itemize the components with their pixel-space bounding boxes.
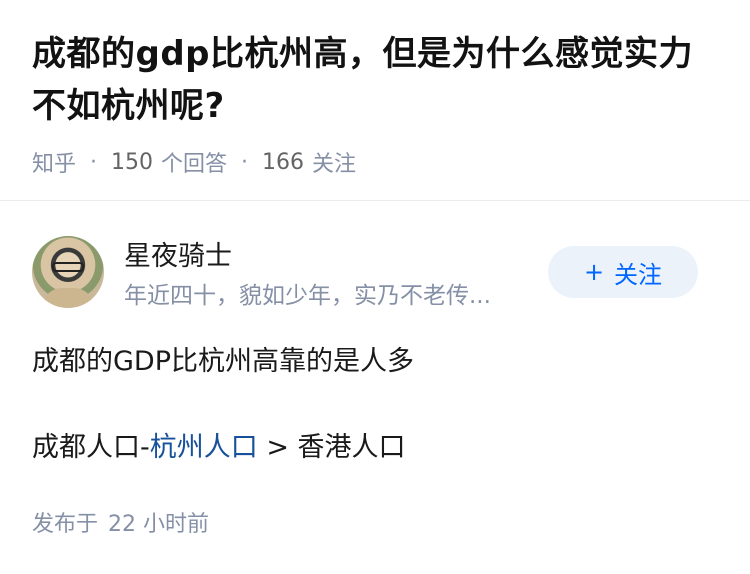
answer-content: 成都的GDP比杭州高靠的是人多 成都人口-杭州人口 > 香港人口 xyxy=(32,340,718,470)
follow-count: 166 xyxy=(262,149,305,175)
source-label[interactable]: 知乎 xyxy=(32,146,76,178)
plus-icon: + xyxy=(583,258,605,286)
follow-button[interactable]: + 关注 xyxy=(548,246,698,298)
answer-text: > 香港人口 xyxy=(257,432,406,463)
question-title[interactable]: 成都的gdp比杭州高，但是为什么感觉实力不如杭州呢? xyxy=(32,28,718,132)
avatar-glasses xyxy=(52,262,84,272)
answer-text: 成都人口- xyxy=(32,432,150,463)
publish-info: 发布于 22 小时前 xyxy=(32,506,209,538)
answer-paragraph: 成都的GDP比杭州高靠的是人多 xyxy=(32,346,414,377)
follow-button-label: 关注 xyxy=(614,260,663,289)
published-label: 发布于 xyxy=(32,512,99,537)
question-header: 成都的gdp比杭州高，但是为什么感觉实力不如杭州呢? 知乎 · 150 个回答 … xyxy=(0,0,750,177)
author-name[interactable]: 星夜骑士 xyxy=(124,234,232,273)
answer-paragraph: 成都人口-杭州人口 > 香港人口 xyxy=(32,426,718,470)
hangzhou-population-link[interactable]: 杭州人口 xyxy=(150,432,258,463)
answer-count[interactable]: 150 xyxy=(111,150,153,175)
section-divider xyxy=(0,200,750,201)
published-time: 22 小时前 xyxy=(108,512,210,537)
author-bio: 年近四十，貌如少年，实乃不老传... xyxy=(124,283,491,309)
follow-count-label: 关注 xyxy=(312,152,357,177)
answer-count-label[interactable]: 个回答 xyxy=(161,146,227,178)
avatar-shirt xyxy=(42,288,94,308)
author-card: 星夜骑士 年近四十，貌如少年，实乃不老传... + 关注 xyxy=(32,232,718,312)
question-meta: 知乎 · 150 个回答 · 166 关注 xyxy=(32,146,718,178)
meta-separator: · xyxy=(90,149,98,175)
avatar[interactable] xyxy=(32,236,104,308)
meta-separator: · xyxy=(241,149,249,175)
